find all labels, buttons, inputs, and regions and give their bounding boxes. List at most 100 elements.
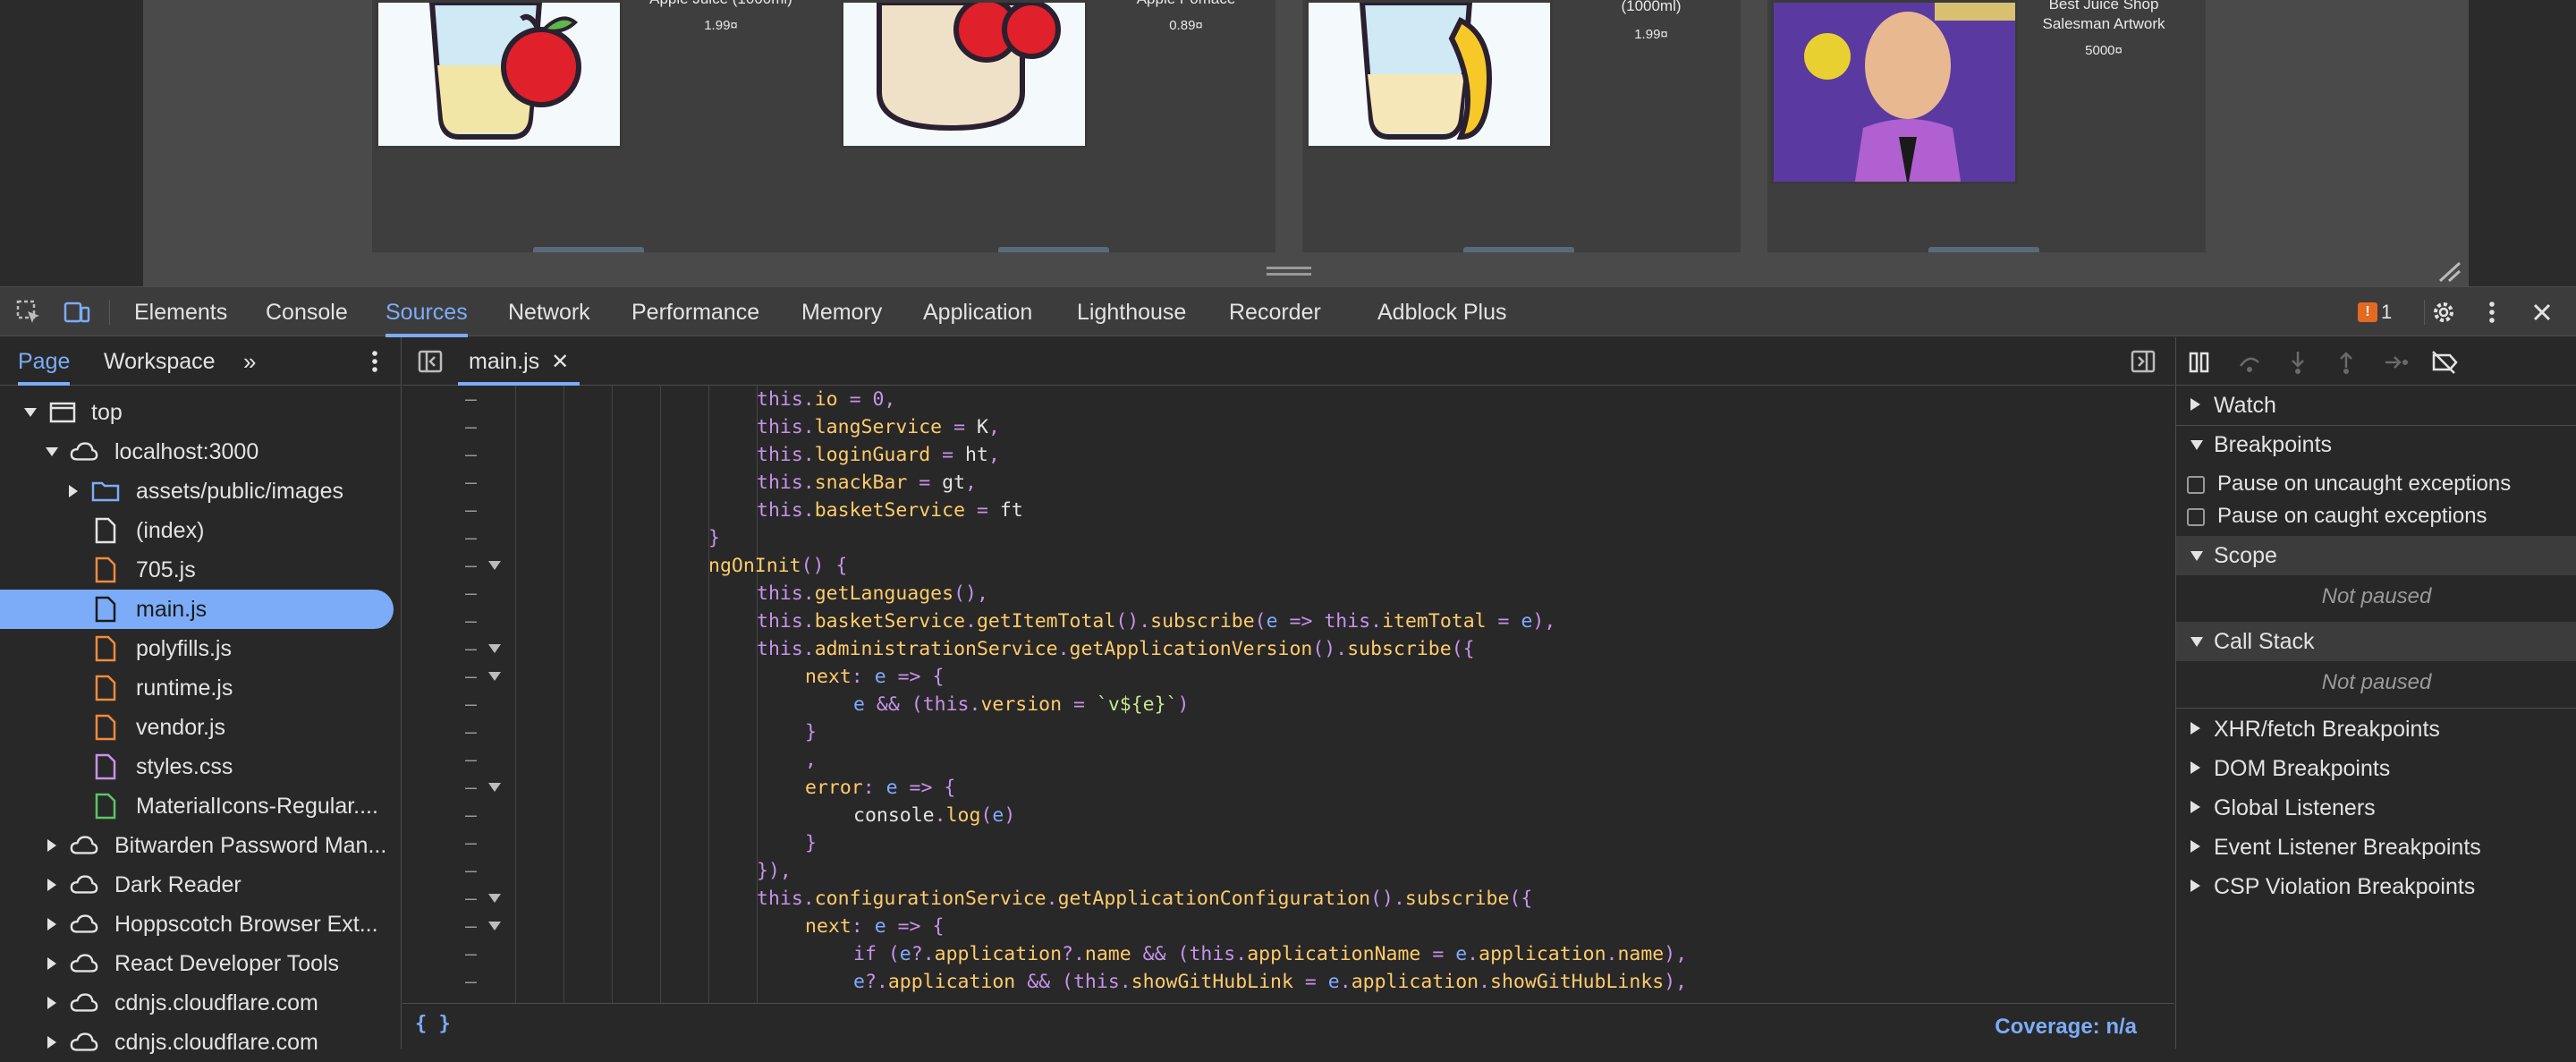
line-gutter-marker[interactable]: – [402,663,519,691]
line-gutter-marker[interactable]: – [402,386,519,413]
pause-uncaught-checkbox[interactable]: Pause on uncaught exceptions [2176,468,2576,500]
inspect-element-icon[interactable] [14,298,43,327]
section-event-listener-breakpoints[interactable]: Event Listener Breakpoints [2176,828,2576,867]
fold-arrow-icon[interactable] [488,894,501,903]
collapse-arrow-icon[interactable] [21,393,39,432]
tab-network[interactable]: Network [508,287,590,337]
file-tab-main-js[interactable]: main.js ✕ [458,337,580,386]
collapse-arrow-icon[interactable] [43,432,61,472]
add-to-basket-button[interactable] [998,247,1109,252]
line-gutter-marker[interactable]: – [402,802,519,829]
step-out-icon[interactable] [2332,348,2360,377]
line-gutter-marker[interactable]: – [402,497,519,524]
fold-arrow-icon[interactable] [488,672,501,681]
tab-lighthouse[interactable]: Lighthouse [1077,287,1186,337]
expand-arrow-icon[interactable] [43,944,61,983]
section-watch[interactable]: Watch [2176,386,2576,425]
section-csp-violation-breakpoints[interactable]: CSP Violation Breakpoints [2176,867,2576,906]
section-xhr-breakpoints[interactable]: XHR/fetch Breakpoints [2176,709,2576,749]
line-gutter-marker[interactable]: – [402,968,519,996]
line-gutter-marker[interactable]: – [402,913,519,940]
tree-item-extension[interactable]: React Developer Tools [0,944,394,983]
tab-application[interactable]: Application [923,287,1032,337]
pause-resume-icon[interactable] [2185,348,2214,377]
line-gutter-marker[interactable]: – [402,552,519,580]
settings-gear-icon[interactable] [2429,298,2458,327]
navigator-menu-icon[interactable] [361,348,388,379]
fold-arrow-icon[interactable] [488,783,501,792]
expand-arrow-icon[interactable] [43,983,61,1023]
line-gutter-marker[interactable]: – [402,746,519,774]
line-gutter-marker[interactable]: – [402,691,519,718]
pretty-print-button[interactable]: { } [415,1013,451,1035]
tree-item-extension[interactable]: Bitwarden Password Man... [0,826,394,865]
tree-item-file[interactable]: styles.css [0,747,394,786]
step-over-icon[interactable] [2235,348,2264,377]
fold-arrow-icon[interactable] [488,561,501,570]
add-to-basket-button[interactable] [533,247,644,252]
section-global-listeners[interactable]: Global Listeners [2176,788,2576,828]
tree-item-file[interactable]: MaterialIcons-Regular.... [0,786,394,826]
more-tabs-chevron-icon[interactable]: » [243,348,256,376]
line-gutter-marker[interactable]: – [402,580,519,607]
code-content[interactable]: – – – – – – – – – – – – – – – – – – – – – – this.io = 0, this.… [402,386,2174,1003]
device-toolbar-icon[interactable] [63,298,91,327]
pause-caught-checkbox[interactable]: Pause on caught exceptions [2176,500,2576,532]
tree-item-file[interactable]: 705.js [0,550,394,590]
coverage-status[interactable]: Coverage: n/a [1995,1015,2137,1040]
section-dom-breakpoints[interactable]: DOM Breakpoints [2176,749,2576,788]
product-card[interactable]: (1000ml) 1.99¤ [1302,0,1741,252]
tab-workspace[interactable]: Workspace [104,337,216,386]
issues-badge[interactable]: ! 1 [2358,300,2392,325]
expand-arrow-icon[interactable] [43,865,61,905]
tab-memory[interactable]: Memory [801,287,882,337]
drawer-resize-handle[interactable] [1267,267,1311,276]
expand-arrow-icon[interactable] [43,1023,61,1062]
tree-item-folder[interactable]: assets/public/images [0,472,394,511]
close-icon[interactable] [2528,298,2556,327]
deactivate-breakpoints-icon[interactable] [2430,348,2459,377]
tree-item-file-selected[interactable]: main.js [0,590,394,629]
tree-item-file[interactable]: (index) [0,511,394,550]
add-to-basket-button[interactable] [1463,247,1574,252]
section-breakpoints[interactable]: Breakpoints [2176,425,2576,464]
section-call-stack[interactable]: Call Stack [2176,622,2576,661]
checkbox[interactable] [2187,476,2205,494]
tab-console[interactable]: Console [266,287,348,337]
tree-item-localhost[interactable]: localhost:3000 [0,432,394,472]
tree-item-extension[interactable]: Dark Reader [0,865,394,905]
line-gutter-marker[interactable]: – [402,940,519,968]
more-options-icon[interactable] [2478,298,2506,327]
tree-item-top[interactable]: top [0,393,394,432]
product-card[interactable]: Best Juice Shop Salesman Artwork 5000¤ [1767,0,2206,252]
step-into-icon[interactable] [2284,348,2312,377]
line-gutter-marker[interactable]: – [402,469,519,497]
line-gutter-marker[interactable]: – [402,885,519,913]
line-gutter-marker[interactable]: – [402,413,519,441]
tab-sources[interactable]: Sources [386,287,468,337]
tab-recorder[interactable]: Recorder [1229,287,1321,337]
line-gutter-marker[interactable]: – [402,524,519,552]
product-card[interactable]: Apple Pomace 0.89¤ [837,0,1275,252]
line-gutter-marker[interactable]: – [402,857,519,885]
viewport-resize-icon[interactable] [2436,259,2463,283]
line-gutter-marker[interactable]: – [402,718,519,746]
tree-item-file[interactable]: polyfills.js [0,629,394,668]
fold-arrow-icon[interactable] [488,644,501,653]
add-to-basket-button[interactable] [1928,247,2039,252]
line-gutter-marker[interactable]: – [402,607,519,635]
expand-arrow-icon[interactable] [64,472,82,511]
tree-item-file[interactable]: vendor.js [0,708,394,747]
tab-elements[interactable]: Elements [134,287,227,337]
tab-adblock-plus[interactable]: Adblock Plus [1377,287,1507,337]
line-gutter-marker[interactable]: – [402,635,519,663]
step-icon[interactable] [2382,348,2411,377]
line-gutter-marker[interactable]: – [402,774,519,802]
tab-page[interactable]: Page [18,337,71,386]
tree-item-file[interactable]: runtime.js [0,668,394,708]
line-gutter-marker[interactable]: – [402,441,519,469]
toggle-navigator-icon[interactable] [417,348,444,379]
fold-arrow-icon[interactable] [488,922,501,930]
section-scope[interactable]: Scope [2176,536,2576,575]
expand-arrow-icon[interactable] [43,826,61,865]
